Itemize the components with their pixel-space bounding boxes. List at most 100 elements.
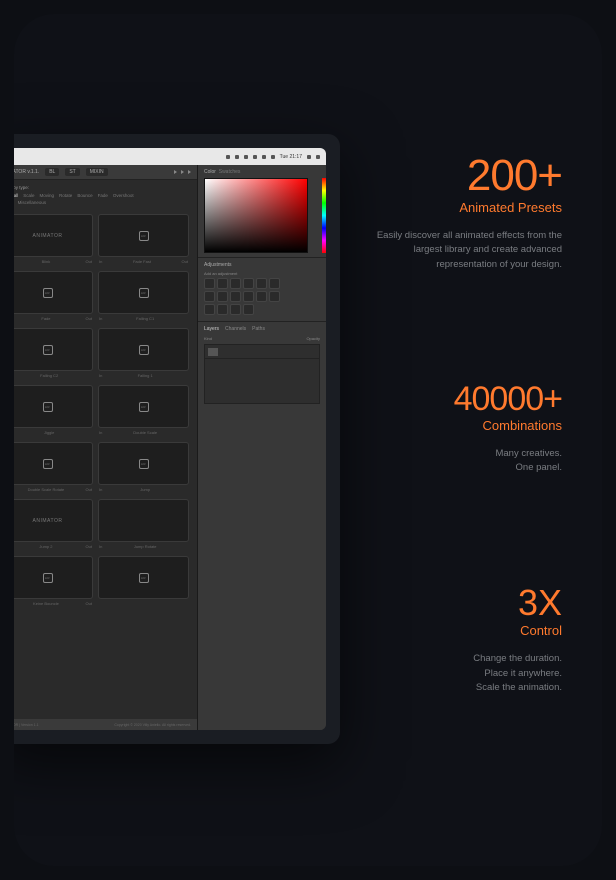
- layer-row[interactable]: [205, 345, 319, 359]
- adj-icon[interactable]: [269, 278, 280, 289]
- filter-bounce[interactable]: Bounce: [77, 193, 92, 198]
- color-panel: Color Swatches: [198, 165, 326, 258]
- filter-scale[interactable]: Scale: [23, 193, 34, 198]
- status-icon: [226, 155, 230, 159]
- preset-cell[interactable]: ANIMATORInJump 2Out: [14, 499, 93, 551]
- preset-thumb: AR: [98, 442, 189, 485]
- channels-tab[interactable]: Channels: [225, 326, 246, 332]
- preset-cell[interactable]: AR InKeine BouncleOut: [14, 556, 93, 608]
- layers-list: [204, 344, 320, 404]
- filter-rotate[interactable]: Rotate: [59, 193, 72, 198]
- hue-slider[interactable]: [322, 178, 326, 253]
- status-icon: [244, 155, 248, 159]
- menubar-time: Tue 21:17: [280, 154, 302, 160]
- filter-fade[interactable]: Fade: [98, 193, 108, 198]
- play-icon[interactable]: [181, 170, 184, 174]
- adj-icon[interactable]: [204, 304, 215, 315]
- layers-tab[interactable]: Layers: [204, 326, 219, 332]
- preset-grid: ANIMATORInBlinkOutARInFade FastOutARInFa…: [14, 210, 197, 719]
- preset-meta: InFalling 1: [98, 371, 189, 380]
- preset-thumb: AR: [98, 214, 189, 257]
- status-icon: [253, 155, 257, 159]
- preset-thumb: AR: [14, 271, 93, 314]
- adj-icon[interactable]: [217, 291, 228, 302]
- feature-desc: Change the duration. Place it anywhere. …: [352, 652, 562, 695]
- marketing-column: 200+ Animated Presets Easily discover al…: [352, 154, 562, 695]
- footer-version: ANIMATOR | Version 1.1: [14, 723, 39, 727]
- preset-cell[interactable]: InJump Rotate: [98, 499, 189, 551]
- color-picker[interactable]: [204, 178, 308, 253]
- preset-cell[interactable]: ARInFadeOut: [14, 271, 93, 323]
- preset-icon: AR: [43, 573, 53, 583]
- layers-opacity[interactable]: Opacity: [306, 336, 320, 341]
- paths-tab[interactable]: Paths: [252, 326, 265, 332]
- adj-icon[interactable]: [230, 278, 241, 289]
- preset-meta: InKeine BouncleOut: [14, 599, 93, 608]
- control-center-icon[interactable]: [316, 155, 320, 159]
- animator-panel: ANIMATOR v.1.1. BL ST MIXIN Filter by ty…: [14, 165, 198, 730]
- preset-cell[interactable]: ARInJump: [98, 442, 189, 494]
- preset-thumb: AR: [98, 271, 189, 314]
- color-panel-label[interactable]: Color: [204, 169, 216, 175]
- adj-icon[interactable]: [256, 291, 267, 302]
- animator-header: ANIMATOR v.1.1. BL ST MIXIN: [14, 165, 197, 180]
- preset-icon: AR: [43, 288, 53, 298]
- preset-meta: [98, 599, 189, 608]
- feature-combinations: 40000+ Combinations Many creatives. One …: [352, 382, 562, 476]
- preset-cell[interactable]: ARInDouble Scale RotateOut: [14, 442, 93, 494]
- search-icon[interactable]: [307, 155, 311, 159]
- preset-meta: InJump 2Out: [14, 542, 93, 551]
- app-window: ANIMATOR v.1.1. BL ST MIXIN Filter by ty…: [14, 165, 326, 730]
- preset-thumb: AR: [14, 442, 93, 485]
- feature-number: 3X: [352, 585, 562, 621]
- preset-thumb: ANIMATOR: [14, 214, 93, 257]
- adj-icon[interactable]: [230, 291, 241, 302]
- adj-icon[interactable]: [243, 278, 254, 289]
- adj-icon[interactable]: [217, 278, 228, 289]
- feature-number: 40000+: [352, 382, 562, 416]
- photoshop-panels: Color Swatches Adjustments Add an adjust…: [198, 165, 326, 730]
- adj-icon[interactable]: [243, 291, 254, 302]
- swatches-tab[interactable]: Swatches: [219, 169, 241, 175]
- adj-icon[interactable]: [204, 278, 215, 289]
- macos-menubar: Tue 21:17: [14, 148, 326, 165]
- feature-presets: 200+ Animated Presets Easily discover al…: [352, 154, 562, 272]
- tab-bl[interactable]: BL: [45, 168, 59, 176]
- filter-label: Filter by type:: [14, 185, 189, 190]
- filter-misc[interactable]: Miscellaneous: [18, 200, 47, 205]
- preset-cell[interactable]: ARInFalling 1: [98, 328, 189, 380]
- play-icon[interactable]: [188, 170, 191, 174]
- preset-cell[interactable]: AR: [98, 556, 189, 608]
- preset-thumb: AR: [14, 385, 93, 428]
- tab-st[interactable]: ST: [65, 168, 79, 176]
- preset-meta: InFalling C2: [14, 371, 93, 380]
- adj-icon[interactable]: [230, 304, 241, 315]
- preset-cell[interactable]: ARInJiggle: [14, 385, 93, 437]
- preset-cell[interactable]: ANIMATORInBlinkOut: [14, 214, 93, 266]
- adj-icon[interactable]: [269, 291, 280, 302]
- animator-footer: ANIMATOR | Version 1.1 Copyright © 2020 …: [14, 719, 197, 730]
- feature-subtitle: Animated Presets: [352, 200, 562, 215]
- adj-icon[interactable]: [256, 278, 267, 289]
- filter-overshoot[interactable]: Overshoot: [113, 193, 134, 198]
- filter-show-all[interactable]: show all: [14, 193, 18, 198]
- play-icon[interactable]: [174, 170, 177, 174]
- filter-bar: Filter by type: show all Scale Moving Ro…: [14, 180, 197, 210]
- preset-cell[interactable]: ARInFade FastOut: [98, 214, 189, 266]
- preset-thumb: [98, 499, 189, 542]
- preset-cell[interactable]: ARInFalling C2: [14, 328, 93, 380]
- adj-icon[interactable]: [243, 304, 254, 315]
- preset-cell[interactable]: ARInFalling C1: [98, 271, 189, 323]
- feature-desc: Easily discover all animated effects fro…: [352, 229, 562, 272]
- preset-meta: InJiggle: [14, 428, 93, 437]
- tab-mixin[interactable]: MIXIN: [86, 168, 108, 176]
- battery-icon: [271, 155, 275, 159]
- adj-icon[interactable]: [217, 304, 228, 315]
- feature-subtitle: Control: [352, 623, 562, 638]
- filter-moving[interactable]: Moving: [40, 193, 55, 198]
- adj-icon[interactable]: [204, 291, 215, 302]
- preset-meta: InJump: [98, 485, 189, 494]
- layers-kind[interactable]: Kind: [204, 336, 212, 341]
- preset-cell[interactable]: ARInDouble Scale: [98, 385, 189, 437]
- layer-thumb: [208, 348, 218, 356]
